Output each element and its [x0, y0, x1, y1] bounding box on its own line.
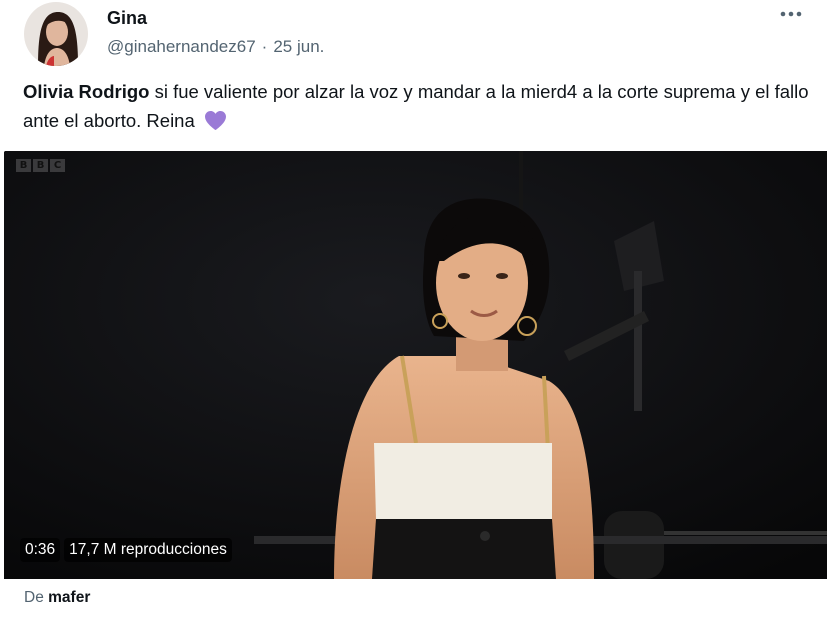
- mentioned-name[interactable]: Olivia Rodrigo: [23, 81, 149, 102]
- watermark-letter: C: [50, 159, 65, 172]
- video-badges: 0:36 17,7 M reproducciones: [20, 536, 232, 564]
- bbc-watermark: B B C: [16, 159, 65, 172]
- video-frame: [4, 151, 827, 579]
- display-name[interactable]: Gina: [107, 8, 147, 29]
- watermark-letter: B: [33, 159, 48, 172]
- watermark-letter: B: [16, 159, 31, 172]
- more-options-button[interactable]: [777, 4, 805, 24]
- avatar[interactable]: [24, 2, 88, 66]
- tweet-meta: @ginahernandez67 · 25 jun.: [107, 37, 324, 57]
- meta-separator: ·: [261, 37, 268, 56]
- view-count: 17,7 M reproducciones: [64, 538, 232, 562]
- source-prefix: De: [24, 589, 44, 606]
- tweet-text: Olivia Rodrigo si fue valiente por alzar…: [23, 77, 813, 139]
- purple-heart-icon: [204, 110, 227, 139]
- source-attribution: De mafer: [24, 589, 90, 607]
- user-handle[interactable]: @ginahernandez67: [107, 37, 256, 56]
- more-horizontal-icon: [780, 11, 802, 17]
- source-name-link[interactable]: mafer: [48, 589, 90, 606]
- tweet-video[interactable]: B B C 0:36 17,7 M reproducciones: [4, 151, 827, 579]
- avatar-image: [24, 2, 88, 66]
- tweet-card[interactable]: Gina @ginahernandez67 · 25 jun. Olivia Rod…: [0, 0, 837, 620]
- tweet-date[interactable]: 25 jun.: [273, 37, 324, 56]
- video-duration: 0:36: [20, 538, 61, 562]
